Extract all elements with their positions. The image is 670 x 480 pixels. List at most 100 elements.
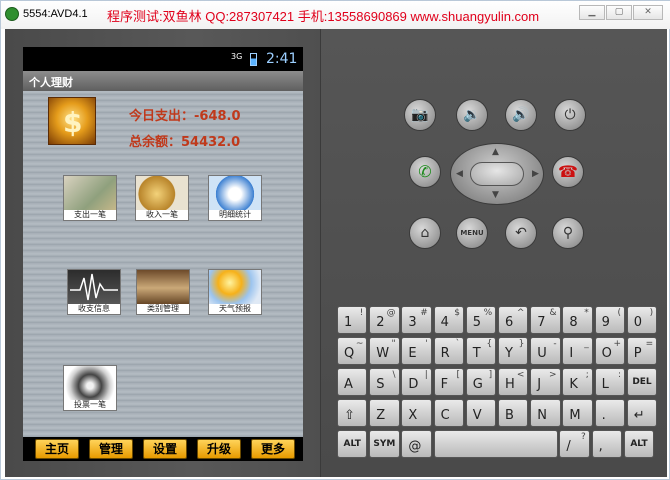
key-row1-9[interactable]: 0) [626,306,658,334]
key-row4-0[interactable]: ⇧ [337,399,368,427]
key-row3-4[interactable]: G] [465,368,497,396]
key-row4-6[interactable]: N [530,399,561,427]
key-row1-4[interactable]: 5% [465,306,497,334]
key-alt-label: ) [649,308,654,318]
tile-add-income[interactable]: 收入一笔 [135,175,189,221]
key-row1-8[interactable]: 9( [594,306,625,334]
key-row3-8[interactable]: L: [594,368,625,396]
tile-info[interactable]: 收支信息 [67,269,121,315]
key-row2-3[interactable]: R ` [433,337,464,365]
key-row2-1[interactable]: W " [369,337,400,365]
tile-add-expense[interactable]: 支出一笔 [63,175,117,221]
end-call-button[interactable]: ☎ [552,156,584,188]
key-row2-6[interactable]: U- [530,337,561,365]
tab-manage[interactable]: 管理 [89,439,133,459]
maximize-button[interactable]: ▢ [606,5,632,20]
key-row5-6[interactable]: ALT [623,430,655,458]
key-row4-7[interactable]: M [562,399,593,427]
tab-upgrade[interactable]: 升级 [197,439,241,459]
key-row3-9[interactable]: DEL [626,368,658,396]
key-row5-0[interactable]: ALT [337,430,368,458]
tile-weather[interactable]: 天气预报 [208,269,262,315]
key-row4-5[interactable]: B [498,399,529,427]
volume-down-icon: 🔉 [463,107,481,123]
window-title: 5554:AVD4.1 [23,8,88,20]
key-alt-label: > [549,370,557,380]
key-label: 3 [408,315,417,330]
key-row1-6[interactable]: 7 & [530,306,561,334]
key-row1-1[interactable]: 2 @ [369,306,400,334]
key-row5-4[interactable]: /? [559,430,590,458]
waveform-icon [68,270,120,306]
key-row2-9[interactable]: P = [626,337,658,365]
key-row3-1[interactable]: S \ [369,368,400,396]
key-row2-4[interactable]: T{ [465,337,497,365]
back-button[interactable]: ↶ [505,217,537,249]
key-row4-8[interactable]: . [594,399,625,427]
dpad-down-icon[interactable]: ▼ [492,190,499,200]
minimize-button[interactable]: ▁ [579,5,605,20]
power-button[interactable]: ⏻ [554,99,586,131]
key-row3-6[interactable]: J > [530,368,561,396]
tab-settings[interactable]: 设置 [143,439,187,459]
dpad-right-icon[interactable]: ▶ [532,169,539,179]
tab-more[interactable]: 更多 [251,439,295,459]
dpad-center-button[interactable] [470,162,524,186]
search-button[interactable]: ⚲ [552,217,584,249]
key-row2-2[interactable]: E ' [401,337,432,365]
key-row2-0[interactable]: Q ~ [337,337,368,365]
home-button[interactable]: ⌂ [409,217,441,249]
device-left-panel: 3G 2:41 个人理财 $ 今日支出：-648.0 总余额：54432.0 支… [5,29,321,477]
key-row5-5[interactable]: , [591,430,622,458]
key-row4-2[interactable]: X [401,399,432,427]
key-space[interactable] [433,430,558,458]
key-row1-5[interactable]: 6 ^ [498,306,529,334]
key-label: A [344,377,353,392]
key-row3-2[interactable]: D | [401,368,432,396]
dpad-left-icon[interactable]: ◀ [456,169,463,179]
tile-category[interactable]: 类别管理 [136,269,190,315]
search-icon: ⚲ [562,225,574,241]
menu-label: MENU [460,229,484,237]
key-row4-3[interactable]: C [433,399,464,427]
key-row1-3[interactable]: 4 $ [433,306,464,334]
key-label: ↵ [633,408,645,423]
key-row2-8[interactable]: O + [594,337,625,365]
tab-home[interactable]: 主页 [35,439,79,459]
key-row3-7[interactable]: K; [562,368,593,396]
volume-down-button[interactable]: 🔉 [456,99,488,131]
key-row4-9[interactable]: ↵ [626,399,658,427]
title-bar: 5554:AVD4.1 程序测试:双鱼林 QQ:287307421 手机:135… [1,1,670,29]
key-row2-7[interactable]: I _ [562,337,593,365]
key-row5-1[interactable]: SYM [369,430,400,458]
camera-button[interactable]: 📷 [404,99,436,131]
key-row3-0[interactable]: A [337,368,368,396]
key-row4-4[interactable]: V [465,399,497,427]
key-row5-2[interactable]: @ [401,430,432,458]
emulator-window: 5554:AVD4.1 程序测试:双鱼林 QQ:287307421 手机:135… [0,0,670,480]
dpad-up-icon[interactable]: ▲ [492,147,499,157]
key-row1-0[interactable]: 1! [337,306,368,334]
key-label: ⇧ [344,408,355,423]
menu-button[interactable]: MENU [456,217,488,249]
volume-up-button[interactable]: 🔊 [505,99,537,131]
key-row1-2[interactable]: 3 # [401,306,432,334]
key-row4-1[interactable]: Z [369,399,400,427]
key-row2-5[interactable]: Y} [498,337,529,365]
pie-icon [209,176,261,212]
key-alt-label: = [645,339,654,349]
tile-statistics[interactable]: 明细统计 [208,175,262,221]
key-label: C [440,408,450,423]
key-alt-label: ~ [355,339,364,349]
key-row3-3[interactable]: F[ [433,368,464,396]
call-button[interactable]: ✆ [409,156,441,188]
key-label: W [376,346,390,361]
key-row3-5[interactable]: H < [498,368,529,396]
key-label: M [569,408,581,423]
key-alt-label: ; [585,370,589,380]
close-button[interactable]: ✕ [633,5,663,20]
key-row1-7[interactable]: 8 * [562,306,593,334]
tile-label: 明细统计 [209,210,261,220]
today-expense: 今日支出：-648.0 [129,109,241,124]
tile-vote[interactable]: 投票一笔 [63,365,117,411]
